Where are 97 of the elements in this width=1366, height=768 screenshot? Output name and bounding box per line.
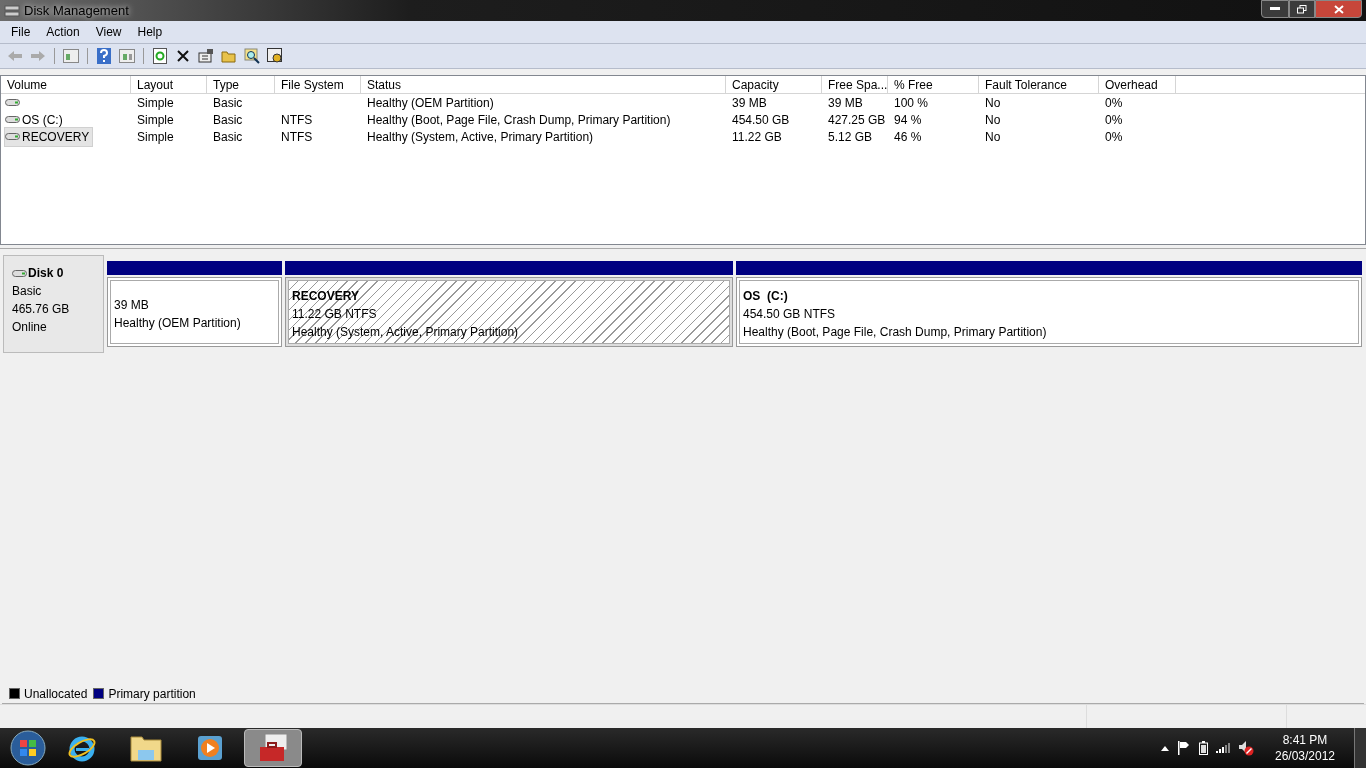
folder-icon (130, 734, 162, 762)
drive-icon (5, 98, 20, 107)
table-cell-text: NTFS (281, 128, 313, 146)
window-title: Disk Management (24, 1, 129, 20)
right-arrow-icon (30, 50, 46, 62)
partition-size: 454.50 GB NTFS (743, 305, 837, 323)
table-cell-text: Simple (137, 111, 174, 129)
disk-name: Disk 0 (28, 265, 64, 282)
menu-item[interactable]: Action (38, 23, 88, 41)
partition-status: Healthy (OEM Partition) (114, 314, 242, 332)
disk-status: Online (12, 319, 48, 336)
partition-name: OS (C:) (743, 287, 789, 305)
table-cell-text: 39 MB (732, 94, 767, 112)
table-cell-text: 100 % (894, 94, 929, 112)
volume-item[interactable] (5, 98, 23, 107)
table-cell-text: No (985, 128, 1001, 146)
partition-status: Healthy (Boot, Page File, Crash Dump, Primary Partition) (743, 323, 1048, 341)
partition-name: RECOVERY (292, 287, 360, 305)
table-cell-text: Healthy (OEM Partition) (367, 94, 494, 112)
table-cell-text: NTFS (281, 111, 313, 129)
table-cell-text: Healthy (System, Active, Primary Partition) (367, 128, 594, 146)
volume-item[interactable]: OS (C:) (5, 110, 66, 129)
table-cell-text: 0% (1105, 94, 1123, 112)
partition-block[interactable]: OS (C:) 454.50 GB NTFS Healthy (Boot, Page File, Crash Dump, Primary Partition) (736, 277, 1362, 347)
column-header[interactable]: Layout (131, 76, 207, 93)
partition-size: 11.22 GB NTFS (292, 305, 378, 323)
drive-icon (5, 132, 20, 141)
table-cell-text: 454.50 GB (732, 111, 790, 129)
menu-item[interactable]: File (3, 23, 39, 41)
table-cell-text: 94 % (894, 111, 922, 129)
table-cell-text: Simple (137, 128, 174, 146)
legend-label: Unallocated (24, 685, 88, 703)
flag-icon[interactable] (1177, 741, 1191, 755)
column-header[interactable]: File System (275, 76, 361, 93)
help-icon (97, 48, 111, 64)
table-cell-text: 427.25 GB (828, 111, 886, 129)
column-header[interactable]: Volume (1, 76, 131, 93)
partition-status: Healthy (System, Active, Primary Partition) (292, 323, 520, 341)
column-header[interactable]: % Free (888, 76, 979, 93)
table-cell-text: 5.12 GB (828, 128, 873, 146)
drive-icon (12, 268, 27, 278)
table-cell-text: Basic (213, 128, 243, 146)
folder-icon (221, 49, 237, 63)
up-arrow-icon[interactable] (1161, 745, 1169, 751)
clock[interactable]: 8:41 PM 26/03/2012 (1260, 729, 1350, 767)
magnifier-icon (244, 48, 260, 64)
properties-icon (198, 49, 214, 63)
table-cell-text: 0% (1105, 111, 1123, 129)
menu-item[interactable]: View (87, 23, 130, 41)
table-cell-text: No (985, 94, 1001, 112)
drive-icon (5, 115, 20, 124)
column-header[interactable]: Type (207, 76, 275, 93)
partition-size: 39 MB (114, 296, 150, 314)
speaker-muted-icon[interactable] (1238, 740, 1254, 756)
signal-icon[interactable] (1216, 743, 1230, 753)
column-header[interactable]: Free Spa... (822, 76, 888, 93)
show-desktop-button[interactable] (1354, 728, 1366, 768)
close-button[interactable] (1315, 0, 1362, 18)
minimize-icon (1270, 7, 1280, 11)
battery-icon[interactable] (1199, 741, 1208, 755)
column-header[interactable]: Capacity (726, 76, 822, 93)
table-cell-text: 0% (1105, 128, 1123, 146)
table-cell-text: 11.22 GB (732, 128, 782, 146)
pane-icon (119, 49, 135, 63)
left-arrow-icon (7, 50, 23, 62)
table-cell-text: No (985, 111, 1001, 129)
disk-icon (4, 3, 20, 18)
disk-label-panel[interactable]: Disk 0 Basic 465.76 GB Online (3, 255, 104, 353)
disk-type: Basic (12, 283, 43, 300)
table-cell-text: Simple (137, 94, 174, 112)
console-tree-button[interactable] (60, 46, 82, 66)
windows-logo-icon (10, 730, 46, 766)
toolbox-icon (257, 733, 289, 763)
table-cell-text: 46 % (894, 128, 922, 146)
column-header[interactable]: Overhead (1099, 76, 1176, 93)
legend-label: Primary partition (108, 685, 196, 703)
table-cell-text: 39 MB (828, 94, 863, 112)
action-pane-button[interactable] (116, 46, 138, 66)
table-cell-text: Basic (213, 111, 243, 129)
menu-item[interactable]: Help (129, 23, 171, 41)
disk-size: 465.76 GB (12, 301, 71, 318)
pane-icon (63, 49, 79, 63)
start-button[interactable] (8, 729, 48, 767)
table-cell-text: Healthy (Boot, Page File, Crash Dump, Primary Partition) (367, 111, 671, 129)
minimize-button[interactable] (1261, 0, 1289, 18)
volume-item[interactable]: RECOVERY (5, 127, 93, 146)
restore-icon (1297, 4, 1307, 14)
close-icon (177, 50, 189, 62)
column-header[interactable]: Fault Tolerance (979, 76, 1099, 93)
column-header[interactable]: Status (361, 76, 726, 93)
table-cell-text: Basic (213, 94, 243, 112)
play-icon (197, 735, 223, 761)
partition-block[interactable]: RECOVERY 11.22 GB NTFS Healthy (System, Active, Primary Partition) (285, 277, 733, 347)
restore-button[interactable] (1289, 0, 1315, 18)
partition-block[interactable]: 39 MB Healthy (OEM Partition) (107, 277, 282, 347)
close-icon (1333, 4, 1344, 14)
taskbar-button[interactable] (244, 729, 302, 767)
